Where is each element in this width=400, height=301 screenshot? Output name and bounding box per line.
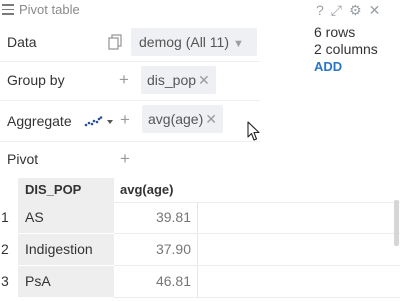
help-icon[interactable]: ? bbox=[316, 3, 324, 17]
column-header-dis-pop[interactable]: DIS_POP bbox=[18, 178, 114, 202]
panel-title: Pivot table bbox=[19, 2, 80, 17]
group-by-row: Group by + dis_pop ✕ bbox=[0, 62, 260, 98]
cell-avg-age[interactable]: 39.81 bbox=[114, 202, 198, 233]
table-row[interactable]: 1 AS 39.81 bbox=[0, 202, 400, 233]
result-grid: DIS_POP avg(age) 1 AS 39.81 2 Indigestio… bbox=[0, 178, 400, 301]
cell-dis-pop[interactable]: AS bbox=[18, 202, 114, 233]
divider bbox=[0, 141, 260, 142]
result-info: 6 rows 2 columns ADD bbox=[314, 24, 378, 75]
cell-dis-pop[interactable]: Indigestion bbox=[18, 234, 114, 265]
close-icon[interactable]: ✕ bbox=[369, 3, 381, 17]
data-source-value: demog (All 11) bbox=[139, 34, 230, 50]
row-number: 2 bbox=[1, 241, 9, 257]
title-bar: Pivot table ? ⤢ ⚙ ✕ bbox=[0, 0, 400, 20]
aggregate-chip[interactable]: avg(age) ✕ bbox=[142, 105, 223, 133]
row-count: 6 rows bbox=[314, 24, 356, 40]
add-group-plus-icon[interactable]: + bbox=[119, 71, 129, 88]
data-source-select[interactable]: demog (All 11) ▼ bbox=[131, 28, 257, 56]
column-count: 2 columns bbox=[314, 41, 378, 57]
row-number: 3 bbox=[1, 273, 9, 289]
aggregate-label: Aggregate bbox=[7, 113, 72, 129]
row-divider bbox=[114, 297, 400, 298]
chevron-down-icon: ▼ bbox=[233, 38, 244, 50]
cell-avg-age[interactable]: 37.90 bbox=[114, 234, 198, 265]
group-by-chip-label: dis_pop bbox=[147, 72, 197, 88]
aggregate-chip-label: avg(age) bbox=[148, 111, 204, 127]
table-row[interactable]: 3 PsA 46.81 bbox=[0, 266, 400, 297]
expand-icon[interactable]: ⤢ bbox=[331, 3, 342, 17]
data-label: Data bbox=[7, 34, 37, 50]
pivot-row: Pivot + bbox=[0, 143, 260, 175]
gear-icon[interactable]: ⚙ bbox=[349, 3, 362, 17]
cell-dis-pop[interactable]: PsA bbox=[18, 266, 114, 297]
copy-icon[interactable] bbox=[108, 34, 123, 50]
pivot-label: Pivot bbox=[7, 151, 39, 167]
add-pivot-plus-icon[interactable]: + bbox=[120, 150, 130, 167]
hamburger-menu-icon[interactable] bbox=[2, 4, 14, 15]
group-by-chip[interactable]: dis_pop ✕ bbox=[141, 66, 216, 94]
row-number: 1 bbox=[1, 209, 9, 225]
window-controls: ? ⤢ ⚙ ✕ bbox=[316, 1, 380, 18]
mouse-cursor-icon bbox=[247, 121, 261, 142]
group-by-label: Group by bbox=[7, 72, 65, 88]
cell-avg-age[interactable]: 46.81 bbox=[114, 266, 198, 297]
aggregation-function-icon[interactable] bbox=[84, 115, 114, 127]
table-row[interactable]: 2 Indigestion 37.90 bbox=[0, 234, 400, 265]
aggregate-row: Aggregate + avg(age) ✕ bbox=[0, 101, 260, 139]
remove-chip-icon[interactable]: ✕ bbox=[205, 111, 217, 127]
vertical-scrollbar[interactable] bbox=[394, 200, 399, 246]
column-header-avg-age[interactable]: avg(age) bbox=[114, 178, 198, 202]
remove-chip-icon[interactable]: ✕ bbox=[198, 72, 210, 88]
add-aggregate-plus-icon[interactable]: + bbox=[120, 111, 130, 128]
data-row: Data demog (All 11) ▼ bbox=[0, 27, 260, 59]
add-link[interactable]: ADD bbox=[314, 58, 378, 75]
